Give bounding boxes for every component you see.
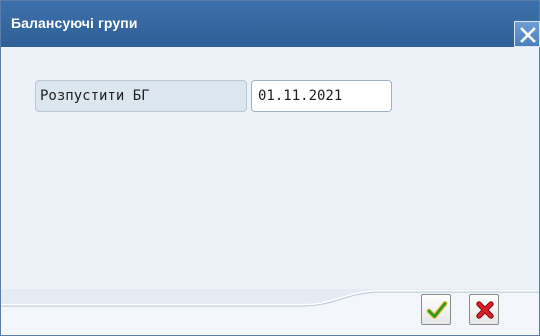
field-label-dissolve-bg: Розпустити БГ (35, 80, 247, 112)
close-button[interactable] (514, 21, 540, 47)
footer-background (1, 289, 539, 335)
dialog-footer (1, 289, 539, 335)
date-field[interactable]: 01.11.2021 (251, 80, 392, 112)
checkmark-icon (426, 301, 448, 319)
cross-icon (476, 301, 494, 319)
cancel-button[interactable] (469, 294, 499, 325)
dialog-window: Балансуючі групи Розпустити БГ 01.11.202… (0, 0, 540, 336)
close-icon (520, 27, 536, 43)
confirm-button[interactable] (421, 294, 451, 325)
dialog-title: Балансуючі групи (11, 15, 138, 31)
title-bar: Балансуючі групи (1, 1, 540, 47)
